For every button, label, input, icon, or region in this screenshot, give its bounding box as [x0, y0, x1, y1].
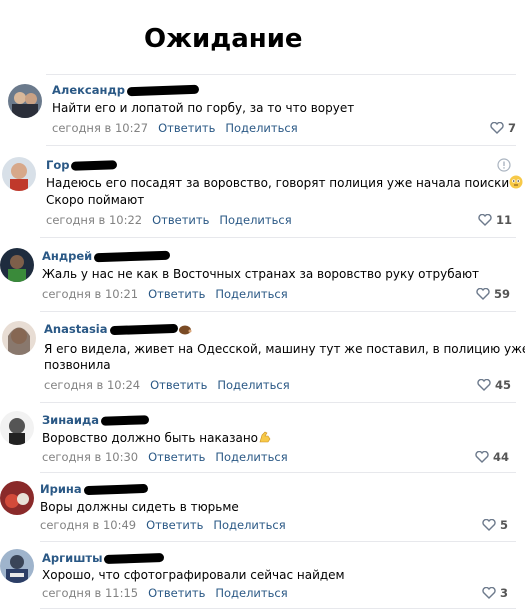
comment-meta: сегодня в 10:21 Ответить Поделиться: [42, 287, 288, 301]
share-button[interactable]: Поделиться: [225, 121, 297, 135]
divider: [46, 145, 516, 146]
divider: [40, 402, 516, 403]
heart-icon: [476, 288, 490, 300]
reply-button[interactable]: Ответить: [148, 586, 205, 600]
divider: [40, 237, 516, 238]
comment-text: Жаль у нас не как в Восточных странах за…: [42, 267, 480, 281]
like-count: 3: [500, 586, 509, 600]
share-button[interactable]: Поделиться: [217, 378, 289, 392]
like-count: 11: [496, 213, 513, 227]
comment-text-line2: позвонила: [44, 358, 111, 372]
avatar[interactable]: [0, 549, 34, 583]
divider: [40, 608, 516, 609]
flushed-emoji-icon: [509, 175, 523, 189]
comment-time[interactable]: сегодня в 10:22: [46, 213, 142, 227]
reply-button[interactable]: Ответить: [152, 213, 209, 227]
avatar[interactable]: [2, 321, 36, 355]
comment-meta: сегодня в 10:30 Ответить Поделиться: [42, 450, 288, 464]
comment-meta: сегодня в 11:15 Ответить Поделиться: [42, 586, 288, 600]
reply-button[interactable]: Ответить: [146, 518, 203, 532]
report-icon[interactable]: [497, 158, 511, 172]
like-button[interactable]: 11: [478, 213, 512, 227]
comment-meta: сегодня в 10:49 Ответить Поделиться: [40, 518, 286, 532]
comment-author[interactable]: Андрей: [42, 249, 171, 263]
comment-time[interactable]: сегодня в 10:30: [42, 450, 138, 464]
comment-author[interactable]: Anastasia: [44, 322, 192, 336]
like-count: 5: [500, 518, 509, 532]
avatar[interactable]: [0, 248, 34, 282]
comment-time[interactable]: сегодня в 10:27: [52, 121, 148, 135]
comment-text: Воровство должно быть наказано: [42, 430, 272, 446]
hedgehog-emoji-icon: [178, 325, 191, 334]
like-button[interactable]: 45: [477, 378, 511, 392]
comment-author[interactable]: Ирина: [40, 482, 148, 496]
like-count: 44: [493, 450, 510, 464]
comment-meta: сегодня в 10:24 Ответить Поделиться: [44, 378, 290, 392]
comment-time[interactable]: сегодня в 10:24: [44, 378, 140, 392]
divider: [46, 74, 516, 75]
share-button[interactable]: Поделиться: [219, 213, 291, 227]
divider: [40, 541, 516, 542]
comment-text: Хорошо, что сфотографировали сейчас найд…: [42, 568, 345, 582]
flexed-biceps-icon: [259, 431, 271, 443]
heart-icon: [475, 451, 489, 463]
comment-time[interactable]: сегодня в 10:21: [42, 287, 138, 301]
heart-icon: [477, 379, 491, 391]
avatar[interactable]: [2, 157, 36, 191]
reply-button[interactable]: Ответить: [150, 378, 207, 392]
heart-icon: [478, 214, 492, 226]
heart-icon: [490, 122, 504, 134]
like-button[interactable]: 44: [475, 450, 509, 464]
comment-time[interactable]: сегодня в 10:49: [40, 518, 136, 532]
like-button[interactable]: 59: [476, 287, 510, 301]
share-button[interactable]: Поделиться: [215, 586, 287, 600]
heart-icon: [482, 587, 496, 599]
comment-author[interactable]: Аргишты: [42, 551, 165, 565]
comment-author[interactable]: Александр: [52, 83, 200, 97]
comment-time[interactable]: сегодня в 11:15: [42, 586, 138, 600]
comment-author[interactable]: Гор: [46, 158, 118, 172]
avatar[interactable]: [0, 411, 34, 445]
comment-meta: сегодня в 10:27 Ответить Поделиться: [52, 121, 298, 135]
share-button[interactable]: Поделиться: [215, 287, 287, 301]
page-title: Ожидание: [144, 24, 303, 54]
comment-text-line2: Скоро поймают: [46, 193, 145, 207]
avatar[interactable]: [8, 84, 42, 118]
divider: [40, 472, 516, 473]
share-button[interactable]: Поделиться: [213, 518, 285, 532]
comment-text: Найти его и лопатой по горбу, за то что …: [52, 101, 355, 115]
reply-button[interactable]: Ответить: [148, 287, 205, 301]
like-count: 59: [494, 287, 511, 301]
avatar[interactable]: [0, 481, 34, 515]
like-button[interactable]: 5: [482, 518, 508, 532]
like-count: 45: [495, 378, 512, 392]
divider: [40, 311, 516, 312]
comment-meta: сегодня в 10:22 Ответить Поделиться: [46, 213, 292, 227]
reply-button[interactable]: Ответить: [158, 121, 215, 135]
reply-button[interactable]: Ответить: [148, 450, 205, 464]
share-button[interactable]: Поделиться: [215, 450, 287, 464]
like-count: 7: [508, 121, 517, 135]
heart-icon: [482, 519, 496, 531]
comment-text: Я его видела, живет на Одесской, машину …: [44, 342, 525, 356]
comment-author[interactable]: Зинаида: [42, 413, 150, 427]
comment-text: Надеюсь его посадят за воровство, говоря…: [46, 175, 523, 191]
like-button[interactable]: 7: [490, 121, 516, 135]
comment-text: Воры должны сидеть в тюрьме: [40, 500, 239, 514]
like-button[interactable]: 3: [482, 586, 508, 600]
